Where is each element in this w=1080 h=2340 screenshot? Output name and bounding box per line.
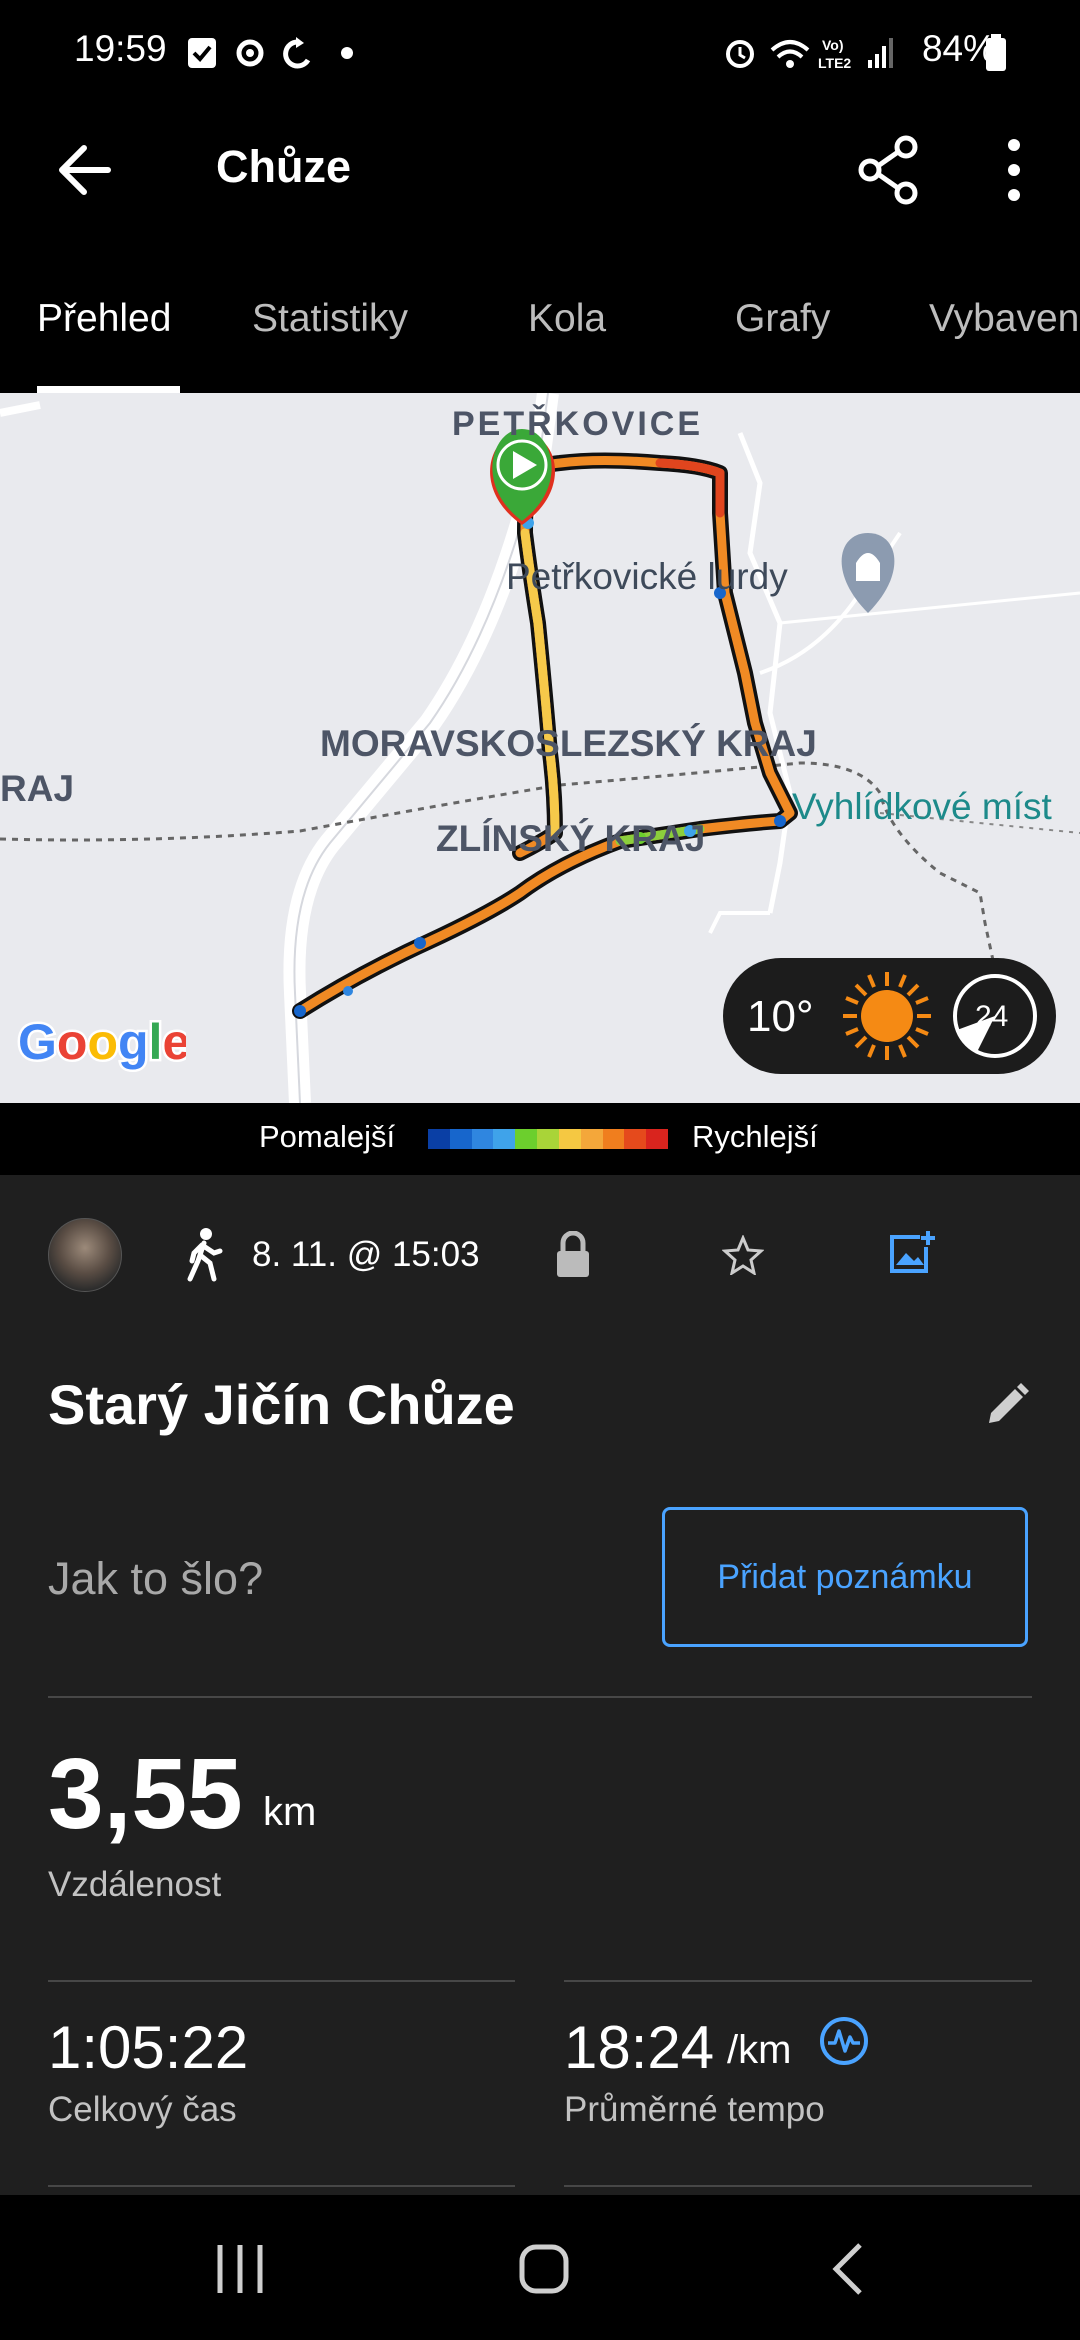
svg-text:Google: Google <box>18 1014 186 1070</box>
add-photo-icon[interactable] <box>888 1229 936 1275</box>
distance-label: Vzdálenost <box>48 1865 222 1904</box>
legend-swatch <box>428 1129 450 1149</box>
legend-swatch <box>493 1129 516 1149</box>
tab-vybaveni[interactable]: Vybaven <box>929 297 1079 341</box>
divider <box>48 1980 515 1982</box>
avg-pace-value: 18:24 <box>564 2014 715 2081</box>
battery-icon <box>986 34 1006 71</box>
legend-swatch <box>515 1129 538 1149</box>
legend-swatch <box>580 1129 603 1149</box>
legend-swatch <box>449 1129 472 1149</box>
sun-icon <box>843 972 931 1060</box>
avg-pace-unit: /km <box>727 2028 792 2072</box>
home-icon[interactable] <box>518 2241 570 2297</box>
divider <box>48 2185 515 2187</box>
status-notification-icons <box>188 37 353 69</box>
status-time: 19:59 <box>74 28 167 69</box>
back-arrow-icon[interactable] <box>54 140 114 200</box>
distance-value: 3,55 <box>48 1738 243 1850</box>
weather-temperature: 10° <box>747 992 814 1041</box>
map-label-vyhlidkove: Vyhlídkové míst <box>792 786 1052 827</box>
tab-prehled[interactable]: Přehled <box>37 297 171 341</box>
legend-faster: Rychlejší <box>692 1119 818 1154</box>
app-bar: Chůze <box>0 105 1080 235</box>
pace-legend: Pomalejší Rychlejší <box>0 1103 1080 1175</box>
legend-slower: Pomalejší <box>259 1119 396 1154</box>
legend-color-bar <box>428 1129 668 1149</box>
map-label-zlinsky: ZLÍNSKÝ KRAJ <box>436 818 706 859</box>
walking-icon <box>187 1228 223 1282</box>
favorite-star-icon[interactable] <box>722 1235 764 1275</box>
edit-pencil-icon[interactable] <box>985 1383 1029 1427</box>
svg-text:LTE2: LTE2 <box>818 55 851 71</box>
wind-speed: 24 <box>975 1000 1009 1033</box>
distance-unit: km <box>263 1790 317 1834</box>
map-label-kraj-left: RAJ <box>0 768 75 809</box>
legend-swatch <box>558 1129 581 1149</box>
tab-bar: Přehled Statistiky Kola Grafy Vybaven <box>0 235 1080 395</box>
legend-swatch <box>471 1129 494 1149</box>
pace-chart-icon[interactable] <box>818 2015 870 2067</box>
avg-pace-label: Průměrné tempo <box>564 2090 825 2129</box>
tab-kola[interactable]: Kola <box>528 297 606 341</box>
note-prompt: Jak to šlo? <box>48 1553 264 1604</box>
map-label-lurdy: Petřkovické lurdy <box>506 556 788 597</box>
activity-details: 8. 11. @ 15:03 Starý Jičín Chůze Jak to … <box>0 1175 1080 2195</box>
legend-swatch <box>624 1129 647 1149</box>
add-note-button[interactable]: Přidat poznámku <box>662 1507 1028 1647</box>
divider <box>564 1980 1032 1982</box>
divider <box>48 1696 1032 1698</box>
legend-swatch <box>602 1129 625 1149</box>
google-logo: Google <box>16 1013 186 1073</box>
route-map[interactable]: PETŘKOVICE Petřkovické lurdy MORAVSKOSLE… <box>0 393 1080 1103</box>
divider <box>564 2185 1032 2187</box>
total-time-value: 1:05:22 <box>48 2014 249 2081</box>
share-icon[interactable] <box>858 135 920 205</box>
add-note-label: Přidat poznámku <box>717 1557 973 1596</box>
status-bar: 19:59 Vo) LTE2 84% <box>0 0 1080 105</box>
lock-icon[interactable] <box>555 1231 591 1279</box>
tab-grafy[interactable]: Grafy <box>735 297 830 341</box>
avatar[interactable] <box>48 1218 122 1292</box>
legend-swatch <box>537 1129 559 1149</box>
tab-statistiky[interactable]: Statistiky <box>252 297 408 341</box>
page-title: Chůze <box>216 141 351 192</box>
recent-apps-icon[interactable] <box>214 2241 266 2297</box>
place-marker-icon <box>841 533 895 613</box>
back-nav-icon[interactable] <box>828 2241 868 2297</box>
total-time-label: Celkový čas <box>48 2090 237 2129</box>
map-label-moravskoslezsky: MORAVSKOSLEZSKÝ KRAJ <box>320 723 817 764</box>
legend-swatch <box>646 1129 668 1149</box>
system-nav-bar <box>0 2195 1080 2340</box>
tab-indicator <box>37 386 180 393</box>
map-label-petrkovice: PETŘKOVICE <box>452 405 704 443</box>
weather-widget[interactable]: 10° 24 <box>723 958 1056 1074</box>
activity-title: Starý Jičín Chůze <box>48 1373 515 1436</box>
svg-text:Vo): Vo) <box>822 37 844 53</box>
status-system-icons: Vo) LTE2 <box>726 37 893 71</box>
more-options-icon[interactable] <box>1002 135 1026 205</box>
activity-datetime: 8. 11. @ 15:03 <box>252 1235 480 1274</box>
